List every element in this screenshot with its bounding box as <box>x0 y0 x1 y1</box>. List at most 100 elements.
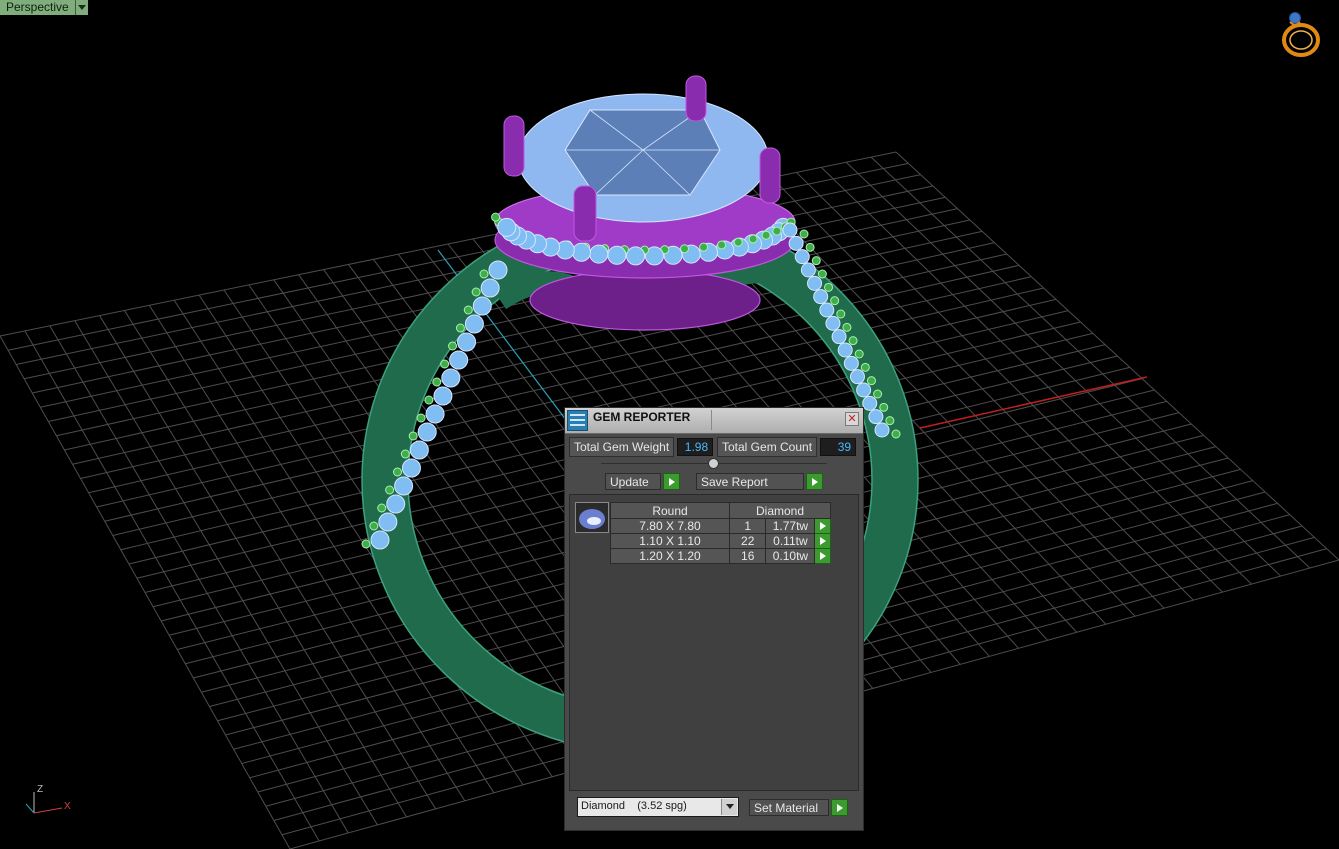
panel-title: GEM REPORTER <box>593 410 691 424</box>
shank-bead <box>377 503 387 513</box>
shank-bead <box>416 413 426 423</box>
material-select-value: Diamond (3.52 spg) <box>581 800 687 812</box>
shank-bead <box>392 467 402 477</box>
shank-stone <box>813 289 829 305</box>
titlebar-divider <box>711 410 712 430</box>
shank-bead <box>361 539 371 549</box>
shank-stone <box>488 260 508 280</box>
dropdown-arrow-icon[interactable] <box>75 0 88 15</box>
shank-bead <box>830 296 840 306</box>
halo-bead <box>717 240 727 250</box>
shank-stone <box>819 302 835 318</box>
shank-bead <box>408 431 418 441</box>
halo-bead <box>772 226 782 236</box>
halo-stone <box>571 242 591 262</box>
shank-bead <box>799 229 809 239</box>
play-arrow-icon[interactable] <box>806 473 823 490</box>
shank-bead <box>463 305 473 315</box>
shank-stone <box>800 262 816 278</box>
halo-stone <box>626 246 646 266</box>
play-arrow-icon <box>815 549 830 563</box>
shank-bead <box>369 521 379 531</box>
halo-bead <box>733 237 743 247</box>
axis-z-label: Z <box>37 784 44 795</box>
shank-bead <box>400 449 410 459</box>
shank-stone <box>831 329 847 345</box>
select-row-button[interactable] <box>814 518 831 534</box>
shank-stone <box>843 355 859 371</box>
shank-stone <box>825 315 841 331</box>
axis-x-label: X <box>64 801 71 812</box>
collapse-icon[interactable] <box>708 458 719 469</box>
shank-bead <box>836 309 846 319</box>
save-report-button[interactable]: Save Report <box>696 473 823 490</box>
shank-stone <box>409 440 429 460</box>
shank-bead <box>432 377 442 387</box>
shank-stone <box>782 222 798 238</box>
play-arrow-icon[interactable] <box>663 473 680 490</box>
gem-reporter-app-icon <box>567 410 588 431</box>
shank-stone <box>417 422 437 442</box>
view-mode-text: Perspective <box>0 0 76 15</box>
play-arrow-icon <box>815 519 830 533</box>
total-gem-count-value: 39 <box>820 438 857 456</box>
select-row-button[interactable] <box>814 548 831 564</box>
shank-stone <box>449 350 469 370</box>
gem-weight: 0.10tw <box>765 548 816 564</box>
set-material-button-label: Set Material <box>749 799 829 816</box>
shank-stone <box>386 494 406 514</box>
shank-bead <box>440 359 450 369</box>
halo-stone <box>497 217 517 237</box>
view-mode-label[interactable]: Perspective <box>0 0 88 15</box>
shank-stone <box>856 382 872 398</box>
shank-stone <box>394 476 414 496</box>
gem-count: 16 <box>728 548 767 564</box>
shank-stone <box>472 296 492 316</box>
shank-bead <box>805 242 815 252</box>
select-row-button[interactable] <box>814 533 831 549</box>
shank-bead <box>824 282 834 292</box>
panel-titlebar[interactable]: GEM REPORTER ✕ <box>565 408 863 434</box>
gem-list: Round Diamond 7.80 X 7.80 1 1.77tw 1.10 … <box>569 494 859 791</box>
shank-bead <box>842 322 852 332</box>
gem-table: Round Diamond 7.80 X 7.80 1 1.77tw 1.10 … <box>610 502 831 564</box>
total-gem-count-label: Total Gem Count <box>717 437 818 457</box>
table-row[interactable]: 7.80 X 7.80 1 1.77tw <box>610 518 831 534</box>
shank-bead <box>811 256 821 266</box>
ring-logo-icon[interactable] <box>1279 8 1325 58</box>
shank-stone <box>464 314 484 334</box>
shank-bead <box>479 269 489 279</box>
gem-size: 1.20 X 1.20 <box>610 548 730 564</box>
shank-stone <box>433 386 453 406</box>
set-material-button[interactable]: Set Material <box>749 799 848 816</box>
close-icon[interactable]: ✕ <box>845 412 859 426</box>
halo-bead <box>748 234 758 244</box>
total-gem-weight: Total Gem Weight 1.98 <box>569 437 714 457</box>
gem-weight: 1.77tw <box>765 518 816 534</box>
grid-line <box>870 156 1311 569</box>
gem-count: 22 <box>728 533 767 549</box>
chevron-down-icon[interactable] <box>721 799 737 815</box>
shank-stone <box>794 249 810 265</box>
shank-bead <box>891 429 901 439</box>
shank-bead <box>885 416 895 426</box>
shank-stone <box>849 369 865 385</box>
play-arrow-icon <box>815 534 830 548</box>
shank-bead <box>879 402 889 412</box>
shank-bead <box>860 362 870 372</box>
shank-stone <box>807 275 823 291</box>
round-gem-icon[interactable] <box>575 502 609 533</box>
material-select[interactable]: Diamond (3.52 spg) <box>577 797 739 817</box>
halo-bead <box>761 230 771 240</box>
table-row[interactable]: 1.10 X 1.10 22 0.11tw <box>610 533 831 549</box>
shank-bead <box>848 336 858 346</box>
play-arrow-icon[interactable] <box>831 799 848 816</box>
update-button[interactable]: Update <box>605 473 680 490</box>
shank-bead <box>817 269 827 279</box>
shank-stone <box>837 342 853 358</box>
save-report-button-label: Save Report <box>696 473 804 490</box>
table-row[interactable]: 1.20 X 1.20 16 0.10tw <box>610 548 831 564</box>
axis-gizmo-icon: Z X <box>18 784 78 818</box>
shank-bead <box>471 287 481 297</box>
shank-stone <box>862 395 878 411</box>
